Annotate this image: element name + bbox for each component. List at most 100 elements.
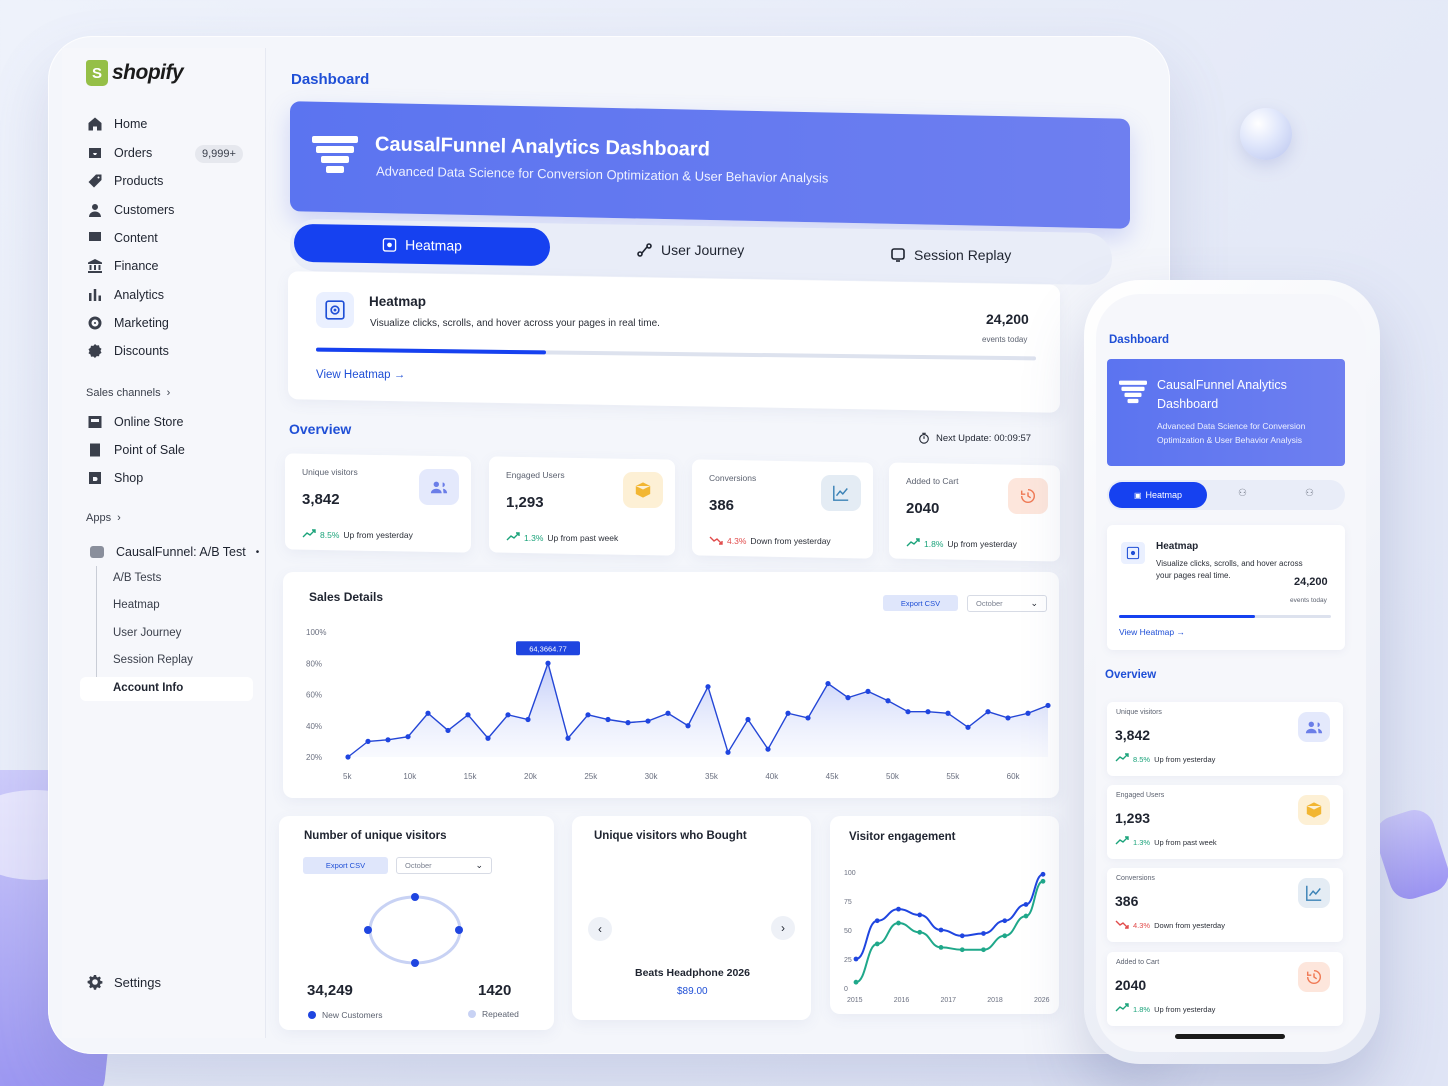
sidebar-item-content[interactable]: Content [86,228,158,248]
ring-point [411,959,419,967]
sidebar-channel-point-of-sale[interactable]: Point of Sale [86,440,185,460]
sidebar-item-orders[interactable]: Orders [86,143,152,163]
shopify-logo[interactable]: shopify [86,60,184,86]
sales-point [365,738,371,744]
shopify-bag-icon [86,60,108,86]
phone-stat-trend: 1.3% Up from past week [1115,836,1217,848]
month-select[interactable]: October ⌄ [967,595,1047,612]
heatmap-card-icon [316,292,354,328]
prev-product-button[interactable]: ‹ [588,917,612,941]
tab-user-journey[interactable]: User Journey [637,242,744,258]
phone-heatmap-desc: Visualize clicks, scrolls, and hover acr… [1156,559,1303,580]
tab-user-journey-label: User Journey [661,242,745,258]
phone-progress-bar [1119,615,1331,618]
sidebar-item-home[interactable]: Home [86,114,147,134]
sales-point [825,680,831,687]
decorative-cylinder-right [1370,804,1448,905]
phone-stat-change: 8.5% [1133,754,1151,764]
y-tick-label: 80% [306,659,322,668]
engagement-line [855,873,1044,960]
sidebar-item-customers[interactable]: Customers [86,200,174,220]
orders-badge: 9,999+ [195,145,243,163]
settings-item[interactable]: Settings [86,972,161,992]
phone-tab-journey-icon[interactable]: ⚇ [1238,488,1247,499]
engagement-point [959,933,965,939]
x-tick-label: 10k [403,772,417,781]
next-update-label: Next Update: 00:09:57 [936,432,1032,444]
stat-label: Unique visitors [302,467,358,477]
phone-tab-replay-icon[interactable]: ⚇ [1305,488,1314,499]
y-tick-label: 60% [306,691,322,700]
next-product-button[interactable]: › [771,916,795,940]
phone-page-title: Dashboard [1109,334,1170,346]
tab-session-replay[interactable]: Session Replay [890,247,1011,263]
uv-month-select[interactable]: October ⌄ [396,857,492,874]
nav-label: Finance [114,259,159,273]
engagement-point [959,947,965,953]
app-causalfunnel[interactable]: CausalFunnel: A/B Test • [88,542,259,562]
app-icon [88,543,106,561]
phone-stat-change-text: Up from yesterday [1154,754,1216,764]
export-csv-label: Export CSV [900,598,941,608]
engagement-point [874,941,880,947]
heatmap-icon: ▣ [1133,490,1142,500]
sales-point [885,698,891,704]
y-tick-label: 40% [306,722,322,731]
uv-export-csv-button[interactable]: Export CSV [303,857,388,874]
timer-icon [919,432,929,444]
nav-label: Content [114,231,158,245]
sidebar-item-finance[interactable]: Finance [86,256,158,276]
sales-point [1045,702,1051,709]
sidebar-item-marketing[interactable]: Marketing [86,313,169,333]
apps-heading[interactable]: Apps › [86,512,121,524]
x-tick-label: 2015 [847,997,863,1004]
y-tick-label: 50 [844,928,852,935]
sales-point [625,720,631,726]
heatmap-card [288,271,1060,413]
phone-overview-title: Overview [1105,669,1157,681]
phone-view-heatmap-link[interactable]: View Heatmap → [1119,627,1185,637]
phone-tab-heatmap[interactable]: ▣ Heatmap [1109,482,1207,508]
phone-tab-label: Heatmap [1145,490,1183,500]
trend-up-icon [1115,1003,1129,1015]
sales-channels-heading[interactable]: Sales channels › [86,387,170,399]
engagement-point [938,945,944,950]
nav-label: Products [114,174,164,188]
sidebar-channel-online-store[interactable]: Online Store [86,412,183,432]
view-heatmap-link[interactable]: View Heatmap → [316,369,405,381]
chevron-right-icon: › [117,512,121,524]
target-icon [86,314,104,332]
app-sub-item[interactable]: User Journey [113,627,181,639]
sidebar-item-discounts[interactable]: Discounts [86,341,169,361]
phone-view-heatmap-label: View Heatmap [1119,627,1175,637]
bar-chart-icon [86,286,104,304]
app-sub-item[interactable]: Session Replay [113,654,193,666]
users-icon [1298,712,1330,742]
trend-down-icon [709,535,723,547]
nav-label: Discounts [114,344,169,358]
heatmap-card-title: Heatmap [369,294,427,309]
sales-point [405,734,411,740]
stat-change-text: Down from yesterday [750,536,831,546]
engagement-point [917,912,923,918]
tab-heatmap[interactable]: Heatmap [294,223,550,267]
sidebar-item-analytics[interactable]: Analytics [86,285,164,305]
history-icon [1298,962,1330,992]
phone-stat-change-text: Down from yesterday [1154,920,1225,930]
stat-change-text: Up from yesterday [947,539,1017,549]
x-tick-label: 60k [1007,772,1021,781]
app-sub-item[interactable]: Heatmap [113,599,160,611]
app-sub-item[interactable]: A/B Tests [113,572,161,584]
sidebar-item-products[interactable]: Products [86,171,163,191]
export-csv-button[interactable]: Export CSV [883,595,958,611]
funnel-icon [312,136,358,173]
phone-stat-change: 4.3% [1133,920,1151,930]
phone-events-count: 24,200 [1294,576,1328,588]
engagement-point [1002,933,1008,939]
phone-stat-value: 1,293 [1115,810,1151,826]
y-tick-label: 100% [306,628,326,637]
sidebar-channel-shop[interactable]: Shop [86,468,143,488]
app-sub-item[interactable]: Account Info [113,682,183,694]
repeated-legend: Repeated [468,1009,519,1019]
sales-point [425,710,431,716]
